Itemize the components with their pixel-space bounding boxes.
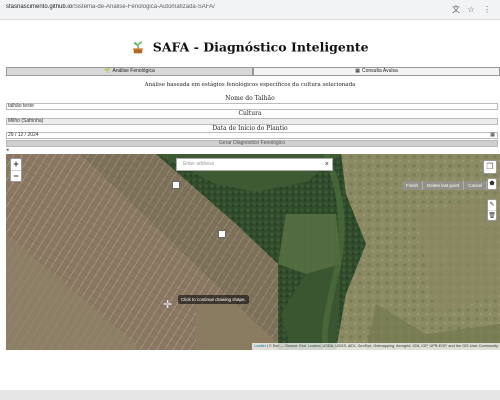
- delete-last-point-button[interactable]: Delete last point: [423, 181, 465, 190]
- page-title: SAFA - Diagnóstico Inteligente: [152, 39, 369, 55]
- planting-date-input[interactable]: 29 / 12 / 2024 ▦: [6, 132, 498, 139]
- address-search-input[interactable]: Enter address ×: [176, 158, 333, 171]
- draw-actions-toolbar: Finish Delete last point Cancel: [402, 181, 488, 190]
- tab-label: Consulta Avulsa: [361, 68, 398, 74]
- sprout-icon: [133, 41, 144, 54]
- translate-icon[interactable]: 文: [451, 5, 461, 15]
- calendar-icon: ▦: [355, 68, 360, 74]
- culture-label: Cultura: [238, 110, 262, 117]
- menu-kebab-icon[interactable]: ⋮: [482, 5, 492, 15]
- page: SAFA - Diagnóstico Inteligente 🌱 Análise …: [0, 20, 500, 390]
- url-domain: sfasnascimento.github.io: [6, 4, 73, 10]
- bookmark-star-icon[interactable]: ☆: [466, 5, 476, 15]
- page-header: SAFA - Diagnóstico Inteligente: [0, 38, 500, 56]
- draw-toolbar: ⬟: [487, 178, 497, 190]
- browser-address-bar[interactable]: sfasnascimento.github.io/Sistema-de-Anal…: [0, 0, 500, 20]
- draw-polygon-icon[interactable]: ⬟: [488, 179, 496, 189]
- address-search-placeholder: Enter address: [183, 161, 215, 167]
- url-text[interactable]: sfasnascimento.github.io/Sistema-de-Anal…: [6, 4, 406, 10]
- cancel-drawing-button[interactable]: Cancel: [464, 181, 488, 190]
- zoom-out-button[interactable]: −: [11, 170, 21, 181]
- tab-bar: 🌱 Análise Fenológica ▦ Consulta Avulsa: [6, 67, 500, 76]
- screen: sfasnascimento.github.io/Sistema-de-Anal…: [0, 0, 500, 400]
- map-attribution: Leaflet | © Esri — Source: Esri, i-cubed…: [252, 343, 500, 350]
- layers-icon[interactable]: ❐: [483, 160, 497, 174]
- polygon-vertex[interactable]: [172, 181, 180, 189]
- edit-toolbar: ✎ 🗑: [487, 199, 497, 221]
- finish-drawing-button[interactable]: Finish: [402, 181, 424, 190]
- zoom-in-button[interactable]: +: [11, 159, 21, 170]
- planting-date-label: Data de Início do Plantio: [212, 125, 288, 132]
- close-icon[interactable]: ×: [325, 159, 329, 170]
- satellite-map[interactable]: + − Enter address × ❐ Finish Delete last…: [6, 154, 500, 350]
- delete-layers-icon[interactable]: 🗑: [488, 210, 496, 220]
- crosshair-cursor-icon: ✛: [163, 299, 173, 311]
- tab-analise-fenologica[interactable]: 🌱 Análise Fenológica: [6, 67, 253, 76]
- zoom-control: + −: [10, 158, 22, 182]
- attribution-text: | © Esri — Source: Esri, i-cubed, USDA, …: [265, 344, 498, 348]
- edit-layers-icon[interactable]: ✎: [488, 200, 496, 210]
- field-name-input[interactable]: talhão teste: [6, 103, 498, 110]
- sprout-icon: 🌱: [104, 68, 111, 74]
- calendar-icon[interactable]: ▦: [490, 133, 495, 138]
- field-name-label: Nome do Talhão: [225, 95, 275, 102]
- tab-label: Análise Fenológica: [112, 68, 155, 74]
- planting-date-value: 29 / 12 / 2024: [8, 132, 39, 138]
- tab-consulta-avulsa[interactable]: ▦ Consulta Avulsa: [253, 67, 500, 76]
- polygon-vertex[interactable]: [218, 230, 226, 238]
- draw-tooltip: Click to continue drawing shape.: [178, 295, 249, 304]
- leaflet-link[interactable]: Leaflet: [254, 344, 265, 348]
- scroll-left-icon[interactable]: ◂: [6, 147, 9, 153]
- description-text: Análise baseada em estágios fenológicos …: [144, 82, 356, 88]
- culture-select[interactable]: Milho (Safrinha): [6, 118, 498, 125]
- url-path: /Sistema-de-Analise-Fenologica-Automatiz…: [72, 4, 215, 10]
- generate-diagnosis-button[interactable]: Gerar Diagnóstico Fenológico: [6, 140, 498, 147]
